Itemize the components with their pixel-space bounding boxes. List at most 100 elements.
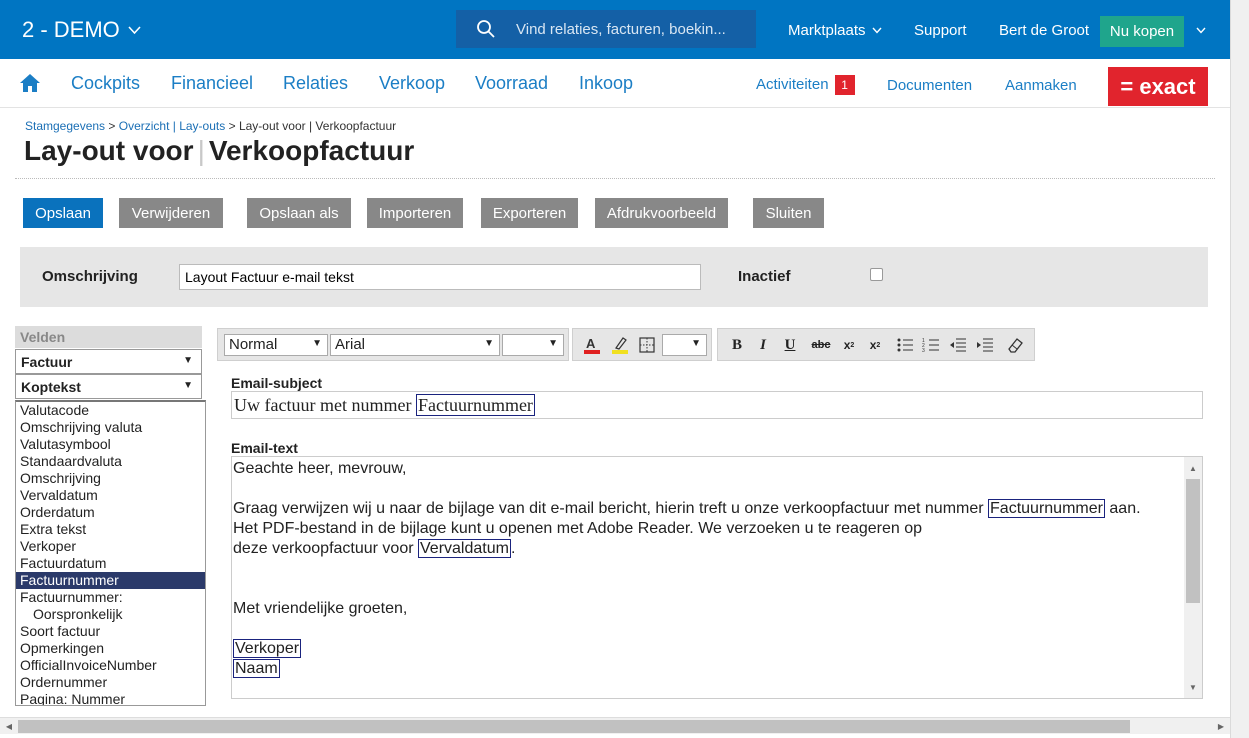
field-item[interactable]: Verkoper (16, 538, 205, 555)
company-selector[interactable]: 2 - DEMO (22, 17, 141, 43)
outdent-icon[interactable] (947, 334, 969, 356)
paragraph-style-select[interactable]: Normal ▼ (224, 334, 328, 356)
documents-link[interactable]: Documenten (887, 77, 972, 94)
field-item[interactable]: Opmerkingen (16, 640, 205, 657)
underline-icon[interactable]: U (779, 334, 801, 356)
home-icon[interactable] (19, 73, 41, 93)
activities-badge: 1 (834, 75, 855, 95)
paragraph-style-value: Normal (229, 336, 278, 353)
nav-item-cockpits[interactable]: Cockpits (71, 73, 140, 94)
fields-category-select[interactable]: Factuur ▼ (15, 349, 202, 374)
scrollbar-thumb[interactable] (1186, 479, 1200, 603)
email-text-label: Email-text (231, 440, 298, 456)
divider (15, 178, 1215, 179)
editor-scrollbar[interactable]: ▲ ▼ (1184, 457, 1202, 698)
field-item[interactable]: OfficialInvoiceNumber (16, 657, 205, 674)
bullet-list-icon[interactable] (894, 334, 916, 356)
field-token[interactable]: Naam (233, 659, 280, 678)
field-item[interactable]: Valutasymbool (16, 436, 205, 453)
inactive-checkbox[interactable] (870, 268, 883, 281)
export-button[interactable]: Exporteren (481, 198, 578, 228)
text-line: Verkoper (233, 639, 1183, 659)
scrollbar-thumb[interactable] (18, 720, 1130, 733)
page-horizontal-scrollbar[interactable]: ◀ ▶ (0, 717, 1230, 734)
nav-item-financieel[interactable]: Financieel (171, 73, 253, 94)
strikethrough-icon[interactable]: abc (808, 334, 834, 356)
create-link[interactable]: Aanmaken (1005, 77, 1077, 94)
scroll-right-icon[interactable]: ▶ (1212, 718, 1230, 735)
user-name: Bert de Groot (999, 22, 1090, 39)
delete-button[interactable]: Verwijderen (119, 198, 223, 228)
font-color-icon[interactable]: A (581, 334, 603, 356)
field-item[interactable]: Standaardvaluta (16, 453, 205, 470)
nav-item-verkoop[interactable]: Verkoop (379, 73, 445, 94)
support-label: Support (914, 22, 967, 39)
border-style-select[interactable]: ▼ (662, 334, 707, 356)
buy-now-button[interactable]: Nu kopen (1100, 16, 1184, 47)
fields-header: Velden (15, 326, 202, 348)
scroll-left-icon[interactable]: ◀ (0, 718, 18, 735)
marketplace-menu[interactable]: Marktplaats (788, 22, 882, 39)
field-item-selected[interactable]: Factuurnummer (16, 572, 205, 589)
field-item[interactable]: Omschrijving (16, 470, 205, 487)
fields-section-select[interactable]: Koptekst ▼ (15, 374, 202, 399)
italic-icon[interactable]: I (752, 334, 774, 356)
text-run: Graag verwijzen wij u naar de bijlage va… (233, 500, 984, 517)
import-button[interactable]: Importeren (367, 198, 463, 228)
subscript-icon[interactable]: x2 (864, 334, 886, 356)
search-input[interactable]: Vind relaties, facturen, boekin... (516, 21, 726, 38)
font-family-select[interactable]: Arial ▼ (330, 334, 500, 356)
chevron-down-icon[interactable] (1196, 27, 1206, 34)
svg-text:3: 3 (922, 348, 925, 354)
field-item[interactable]: Factuurdatum (16, 555, 205, 572)
superscript-icon[interactable]: x2 (838, 334, 860, 356)
company-name: 2 - DEMO (22, 17, 120, 42)
print-preview-button[interactable]: Afdrukvoorbeeld (595, 198, 728, 228)
eraser-icon[interactable] (1004, 334, 1026, 356)
table-border-icon[interactable] (636, 334, 658, 356)
dropdown-arrow-icon: ▼ (548, 338, 558, 349)
highlight-color-icon[interactable] (609, 334, 631, 356)
email-subject-editor[interactable]: Uw factuur met nummer Factuurnummer (231, 391, 1203, 419)
close-button[interactable]: Sluiten (753, 198, 824, 228)
indent-icon[interactable] (974, 334, 996, 356)
user-menu[interactable]: Bert de Groot (999, 22, 1089, 39)
scroll-down-icon[interactable]: ▼ (1184, 678, 1202, 696)
search-box[interactable]: Vind relaties, facturen, boekin... (456, 10, 756, 48)
nav-item-inkoop[interactable]: Inkoop (579, 73, 633, 94)
breadcrumb-link[interactable]: Overzicht | Lay-outs (119, 119, 226, 133)
breadcrumb-link[interactable]: Stamgegevens (25, 119, 105, 133)
description-label: Omschrijving (42, 268, 138, 285)
nav-item-voorraad[interactable]: Voorraad (475, 73, 548, 94)
field-item[interactable]: Ordernummer (16, 674, 205, 691)
field-item[interactable]: Oorspronkelijk (16, 606, 205, 623)
field-token[interactable]: Verkoper (233, 639, 302, 658)
bold-icon[interactable]: B (726, 334, 748, 356)
field-token[interactable]: Vervaldatum (418, 539, 511, 558)
field-item[interactable]: Soort factuur (16, 623, 205, 640)
numbered-list-icon[interactable]: 123 (920, 334, 942, 356)
nav-item-relaties[interactable]: Relaties (283, 73, 348, 94)
field-item[interactable]: Extra tekst (16, 521, 205, 538)
fields-list[interactable]: Valutacode Omschrijving valuta Valutasym… (15, 400, 206, 706)
font-family-value: Arial (335, 336, 366, 353)
save-as-button[interactable]: Opslaan als (247, 198, 351, 228)
description-input[interactable] (179, 264, 701, 290)
field-item[interactable]: Pagina: Nummer (16, 691, 205, 705)
field-item[interactable]: Factuurnummer: (16, 589, 205, 606)
field-token[interactable]: Factuurnummer (988, 499, 1105, 518)
save-button[interactable]: Opslaan (23, 198, 103, 228)
field-item[interactable]: Orderdatum (16, 504, 205, 521)
field-item[interactable]: Omschrijving valuta (16, 419, 205, 436)
field-token[interactable]: Factuurnummer (415, 394, 535, 416)
email-text-editor[interactable]: Geachte heer, mevrouw, Graag verwijzen w… (231, 456, 1203, 699)
search-icon (477, 20, 495, 38)
scroll-up-icon[interactable]: ▲ (1184, 459, 1202, 477)
field-item[interactable]: Vervaldatum (16, 487, 205, 504)
breadcrumb-current: Lay-out voor | Verkoopfactuur (238, 119, 397, 133)
text-run: deze verkoopfactuur voor (233, 540, 414, 557)
field-item[interactable]: Valutacode (16, 402, 205, 419)
font-size-select[interactable]: ▼ (502, 334, 564, 356)
activities-link[interactable]: Activiteiten 1 (756, 75, 855, 95)
support-link[interactable]: Support (914, 22, 967, 39)
